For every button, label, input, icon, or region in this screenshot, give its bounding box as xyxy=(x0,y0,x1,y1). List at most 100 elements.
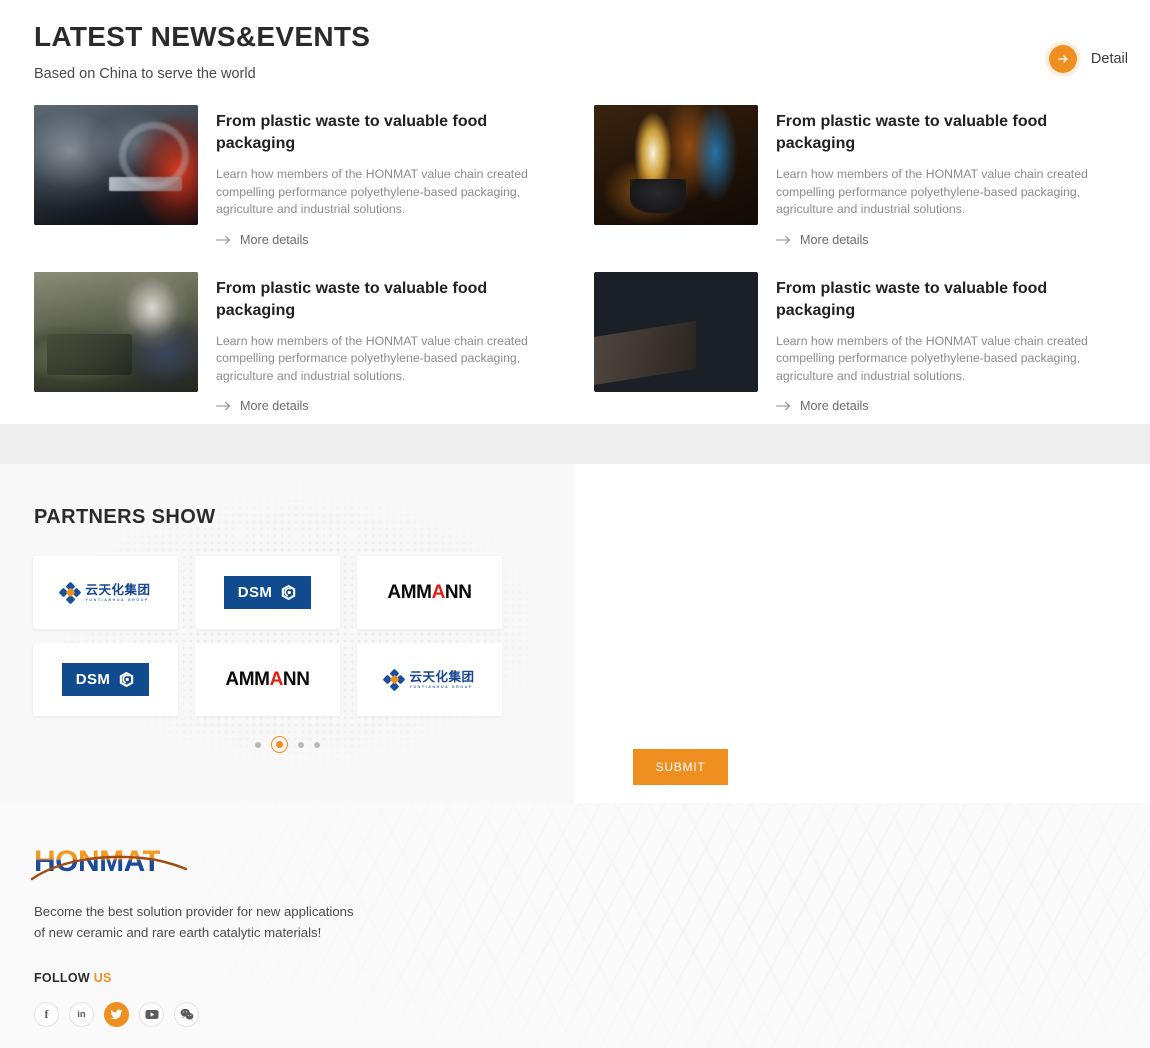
yuntianhua-cn-text: 云天化集团 xyxy=(409,669,474,684)
follow-us-label: FOLLOW US xyxy=(34,971,112,985)
arrow-right-icon xyxy=(216,401,231,411)
yuntianhua-mark-icon xyxy=(60,583,80,603)
carousel-dot-4[interactable] xyxy=(314,742,320,748)
news-card-description: Learn how members of the HONMAT value ch… xyxy=(776,333,1118,386)
follow-accent-text: US xyxy=(94,971,112,985)
submit-button[interactable]: SUBMIT xyxy=(633,749,728,785)
carousel-dot-3[interactable] xyxy=(298,742,304,748)
news-header: LATEST NEWS&EVENTS Based on China to ser… xyxy=(34,18,370,84)
facebook-icon[interactable]: f xyxy=(34,1002,59,1027)
linkedin-icon[interactable]: in xyxy=(69,1002,94,1027)
latest-news-section: LATEST NEWS&EVENTS Based on China to ser… xyxy=(0,0,1150,424)
news-card-title: From plastic waste to valuable food pack… xyxy=(776,278,1118,322)
follow-text: FOLLOW xyxy=(34,971,94,985)
yuntianhua-cn-text: 云天化集团 xyxy=(85,582,150,597)
section-divider xyxy=(0,424,1150,464)
news-card-body: From plastic waste to valuable food pack… xyxy=(776,272,1118,417)
detail-label: Detail xyxy=(1091,51,1128,67)
carousel-dot-2-active[interactable] xyxy=(271,736,288,753)
news-card[interactable]: From plastic waste to valuable food pack… xyxy=(34,272,558,417)
more-details-label: More details xyxy=(240,233,309,247)
phone-input[interactable] xyxy=(633,605,1115,642)
message-input[interactable] xyxy=(633,655,1115,730)
partners-grid: 云天化集团 YUNTIANHUA GROUP DSM xyxy=(33,556,502,716)
news-card[interactable]: From plastic waste to valuable food pack… xyxy=(594,272,1118,417)
ammann-text-part2: NN xyxy=(445,582,472,603)
arrow-right-icon xyxy=(776,235,791,245)
ammann-logo: AMMANN xyxy=(225,669,309,691)
arrow-right-icon xyxy=(216,235,231,245)
yuntianhua-en-text: YUNTIANHUA GROUP xyxy=(85,599,150,603)
partner-logo-yuntianhua[interactable]: 云天化集团 YUNTIANHUA GROUP xyxy=(33,556,178,629)
news-subtitle: Based on China to serve the world xyxy=(34,64,370,84)
honmat-logo[interactable]: HONMAT xyxy=(34,845,186,879)
quote-title: GET A QUOTE xyxy=(633,506,1115,529)
ammann-accent-letter: A xyxy=(432,582,445,603)
ammann-text-part1: AMM xyxy=(225,669,269,690)
dsm-logo: DSM xyxy=(224,576,311,609)
news-card[interactable]: From plastic waste to valuable food pack… xyxy=(34,105,558,250)
ammann-text-part2: NN xyxy=(283,669,310,690)
footer-brand-block: HONMAT Become the best solution provider… xyxy=(34,845,364,943)
ammann-text-part1: AMM xyxy=(387,582,431,603)
more-details-label: More details xyxy=(800,233,869,247)
news-thumbnail-machinist xyxy=(34,272,198,392)
partner-logo-dsm[interactable]: DSM xyxy=(33,643,178,716)
news-card-description: Learn how members of the HONMAT value ch… xyxy=(776,166,1118,219)
news-card-description: Learn how members of the HONMAT value ch… xyxy=(216,166,558,219)
social-links-row: f in xyxy=(34,1002,199,1027)
form-row-name-email xyxy=(633,555,1115,592)
more-details-label: More details xyxy=(800,399,869,413)
dsm-hexagon-icon xyxy=(280,584,297,601)
news-card-description: Learn how members of the HONMAT value ch… xyxy=(216,333,558,386)
news-card-title: From plastic waste to valuable food pack… xyxy=(216,111,558,155)
page-title: LATEST NEWS&EVENTS xyxy=(34,18,370,56)
partner-logo-ammann[interactable]: AMMANN xyxy=(357,556,502,629)
more-details-label: More details xyxy=(240,399,309,413)
more-details-link[interactable]: More details xyxy=(216,399,309,413)
yuntianhua-en-text: YUNTIANHUA GROUP xyxy=(409,686,474,690)
partner-logo-ammann[interactable]: AMMANN xyxy=(195,643,340,716)
arrow-right-icon xyxy=(1049,45,1077,73)
partner-logo-yuntianhua[interactable]: 云天化集团 YUNTIANHUA GROUP xyxy=(357,643,502,716)
news-thumbnail-molten-metal xyxy=(594,105,758,225)
carousel-dot-1[interactable] xyxy=(255,742,261,748)
partner-logo-dsm[interactable]: DSM xyxy=(195,556,340,629)
news-card-title: From plastic waste to valuable food pack… xyxy=(776,111,1118,155)
more-details-link[interactable]: More details xyxy=(776,399,869,413)
ammann-accent-letter: A xyxy=(270,669,283,690)
news-grid: From plastic waste to valuable food pack… xyxy=(34,105,1118,416)
twitter-icon[interactable] xyxy=(104,1002,129,1027)
footer-tagline: Become the best solution provider for ne… xyxy=(34,901,364,943)
wechat-icon[interactable] xyxy=(174,1002,199,1027)
email-input[interactable] xyxy=(888,555,1115,592)
more-details-link[interactable]: More details xyxy=(216,233,309,247)
dsm-wordmark: DSM xyxy=(76,671,111,688)
partners-show-panel: PARTNERS SHOW 云天化集团 YUNTIANHUA GROUP xyxy=(0,464,575,803)
dsm-logo: DSM xyxy=(62,663,149,696)
news-card[interactable]: From plastic waste to valuable food pack… xyxy=(594,105,1118,250)
ammann-logo: AMMANN xyxy=(387,582,471,604)
detail-button[interactable]: Detail xyxy=(1045,41,1128,77)
yuntianhua-logo: 云天化集团 YUNTIANHUA GROUP xyxy=(60,582,150,603)
dsm-hexagon-icon xyxy=(118,671,135,688)
news-card-title: From plastic waste to valuable food pack… xyxy=(216,278,558,322)
dsm-wordmark: DSM xyxy=(238,584,273,601)
youtube-icon[interactable] xyxy=(139,1002,164,1027)
news-thumbnail-welder xyxy=(594,272,758,392)
get-a-quote-panel: GET A QUOTE SUBMIT xyxy=(575,464,1150,803)
partners-title: PARTNERS SHOW xyxy=(34,506,216,529)
detail-icon-ring xyxy=(1045,41,1081,77)
honmat-wordmark: HONMAT xyxy=(34,845,160,878)
news-card-body: From plastic waste to valuable food pack… xyxy=(216,272,558,417)
carousel-pagination xyxy=(0,736,575,753)
news-card-body: From plastic waste to valuable food pack… xyxy=(216,105,558,250)
arrow-right-icon xyxy=(776,401,791,411)
news-card-body: From plastic waste to valuable food pack… xyxy=(776,105,1118,250)
yuntianhua-mark-icon xyxy=(384,670,404,690)
page-root: LATEST NEWS&EVENTS Based on China to ser… xyxy=(0,0,1150,1048)
more-details-link[interactable]: More details xyxy=(776,233,869,247)
yuntianhua-logo: 云天化集团 YUNTIANHUA GROUP xyxy=(384,669,474,690)
news-thumbnail-automotive xyxy=(34,105,198,225)
name-input[interactable] xyxy=(633,555,870,592)
